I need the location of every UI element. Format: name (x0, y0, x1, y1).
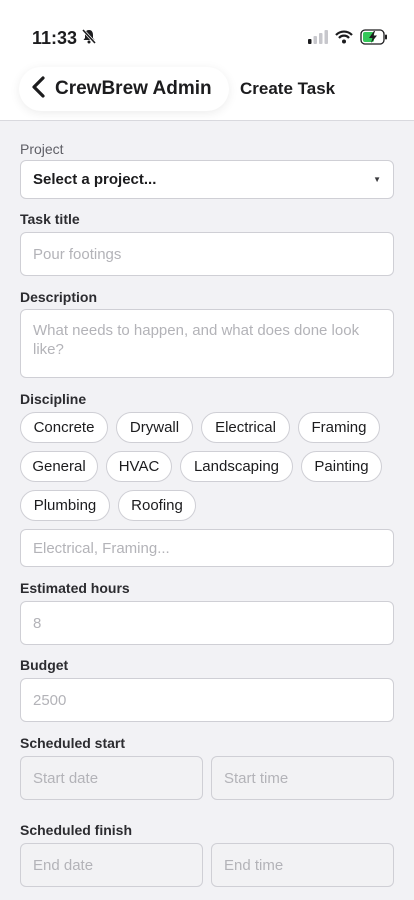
task-title-input[interactable]: Pour footings (20, 232, 394, 276)
estimated-hours-label: Estimated hours (20, 580, 130, 596)
description-label: Description (20, 289, 98, 305)
back-button-label: CrewBrew Admin (55, 78, 212, 99)
chip-landscaping[interactable]: Landscaping (180, 451, 293, 482)
project-label: Project (20, 141, 64, 157)
chip-roofing[interactable]: Roofing (118, 490, 196, 521)
chip-painting[interactable]: Painting (301, 451, 382, 482)
chip-general[interactable]: General (20, 451, 98, 482)
task-title-placeholder: Pour footings (33, 245, 122, 263)
wifi-icon (335, 30, 353, 49)
status-time: 11:33 (32, 28, 97, 49)
project-select-value: Select a project... (33, 171, 157, 188)
chevron-left-icon (31, 75, 47, 103)
discipline-custom-input[interactable]: Electrical, Framing... (20, 529, 394, 567)
estimated-hours-placeholder: 8 (33, 614, 42, 632)
budget-placeholder: 2500 (33, 691, 67, 709)
chip-framing[interactable]: Framing (298, 412, 380, 443)
header: 11:33 CrewBrew Admin Create Task (0, 0, 414, 121)
budget-input[interactable]: 2500 (20, 678, 394, 722)
estimated-hours-input[interactable]: 8 (20, 601, 394, 645)
chip-drywall[interactable]: Drywall (116, 412, 193, 443)
start-date-input[interactable]: Start date (20, 756, 203, 800)
discipline-label: Discipline (20, 391, 87, 407)
chip-electrical[interactable]: Electrical (201, 412, 290, 443)
description-placeholder: What needs to happen, and what does done… (33, 322, 360, 358)
description-textarea[interactable]: What needs to happen, and what does done… (20, 309, 394, 378)
end-date-placeholder: End date (33, 856, 94, 874)
project-select[interactable]: Select a project... ▼ (20, 160, 394, 199)
page-title: Create Task (240, 79, 336, 98)
discipline-custom-placeholder: Electrical, Framing... (33, 539, 170, 557)
chip-hvac[interactable]: HVAC (106, 451, 172, 482)
end-time-input[interactable]: End time (211, 843, 394, 887)
task-title-label: Task title (20, 211, 80, 227)
scheduled-start-label: Scheduled start (20, 735, 126, 751)
start-time-input[interactable]: Start time (211, 756, 394, 800)
chip-plumbing[interactable]: Plumbing (20, 490, 110, 521)
caret-down-icon: ▼ (373, 175, 381, 184)
end-time-placeholder: End time (224, 856, 284, 874)
status-icons (308, 29, 388, 50)
scheduled-finish-label: Scheduled finish (20, 822, 133, 838)
chip-concrete[interactable]: Concrete (20, 412, 108, 443)
start-date-placeholder: Start date (33, 769, 99, 787)
start-time-placeholder: Start time (224, 769, 289, 787)
battery-charging-icon (360, 29, 388, 50)
budget-label: Budget (20, 657, 69, 673)
back-button[interactable]: CrewBrew Admin (19, 67, 229, 111)
end-date-input[interactable]: End date (20, 843, 203, 887)
bell-slash-icon (81, 28, 97, 49)
signal-icon (308, 30, 328, 49)
